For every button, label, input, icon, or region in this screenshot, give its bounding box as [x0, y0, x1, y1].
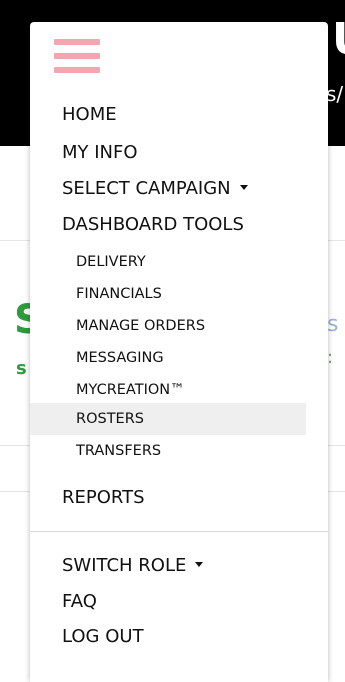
menu-item-log-out[interactable]: LOG OUT — [62, 628, 144, 646]
submenu-item-financials[interactable]: FINANCIALS — [30, 278, 306, 310]
menu-item-home[interactable]: HOME — [62, 106, 117, 124]
hamburger-bar — [54, 67, 100, 73]
submenu-item-transfers[interactable]: TRANSFERS — [30, 435, 306, 467]
menu-item-label: SWITCH ROLE — [62, 555, 187, 576]
navigation-menu: HOME MY INFO SELECT CAMPAIGN DASHBOARD T… — [30, 22, 328, 682]
menu-item-reports[interactable]: REPORTS — [62, 489, 145, 507]
submenu-item-rosters[interactable]: ROSTERS — [30, 403, 306, 435]
menu-item-dashboard-tools[interactable]: DASHBOARD TOOLS — [62, 216, 244, 234]
menu-item-faq[interactable]: FAQ — [62, 593, 97, 611]
hamburger-icon[interactable] — [54, 39, 100, 73]
submenu-item-manage-orders[interactable]: MANAGE ORDERS — [30, 310, 306, 342]
caret-down-icon — [239, 184, 248, 190]
menu-divider — [30, 531, 328, 532]
page-text-fragment: s — [327, 312, 339, 337]
caret-down-icon — [195, 561, 204, 567]
header-title-fragment: U — [332, 18, 345, 62]
menu-item-label: SELECT CAMPAIGN — [62, 178, 231, 199]
menu-item-my-info[interactable]: MY INFO — [62, 144, 138, 162]
hamburger-bar — [54, 53, 100, 59]
menu-item-select-campaign[interactable]: SELECT CAMPAIGN — [62, 180, 248, 198]
page-subheading-fragment: s — [16, 358, 27, 379]
submenu-item-delivery[interactable]: DELIVERY — [30, 246, 306, 278]
header-subtitle-fragment: s/ — [326, 82, 344, 106]
menu-item-switch-role[interactable]: SWITCH ROLE — [62, 555, 204, 576]
hamburger-bar — [54, 39, 100, 45]
submenu-item-messaging[interactable]: MESSAGING — [30, 342, 306, 374]
submenu-item-mycreation[interactable]: MYCREATION™ — [30, 374, 306, 406]
